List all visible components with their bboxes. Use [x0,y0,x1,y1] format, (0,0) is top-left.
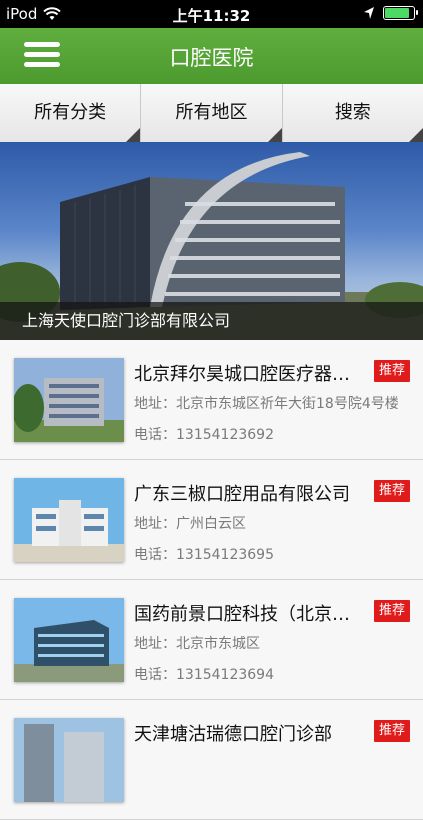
list-item[interactable]: 天津塘沽瑞德口腔门诊部 推荐 [0,700,423,820]
clinic-thumbnail [14,718,124,802]
clinic-thumbnail [14,598,124,682]
clinic-phone: 电话：13154123692 [134,427,274,443]
list-item[interactable]: 国药前景口腔科技（北京）有限公司 地址：北京市东城区 电话：1315412369… [0,580,423,700]
tab-label: 所有地区 [175,102,248,123]
dropdown-corner-icon [267,128,282,142]
battery-level [385,8,409,18]
tab-all-regions[interactable]: 所有地区 [140,84,282,142]
clinic-thumbnail [14,358,124,442]
dropdown-corner-icon [408,128,423,142]
tab-all-categories[interactable]: 所有分类 [0,84,141,142]
clinic-name: 北京拜尔昊城口腔医疗器械有限公司 [134,364,356,385]
clinic-address: 地址：广州白云区 [134,516,246,532]
clinic-phone: 电话：13154123694 [134,667,274,683]
battery-icon [383,6,418,20]
tab-label: 所有分类 [34,102,107,123]
clinic-name: 广东三椒口腔用品有限公司 [134,484,350,505]
clinic-list: 北京拜尔昊城口腔医疗器械有限公司 地址：北京市东城区祈年大街18号院4号楼 电话… [0,340,423,820]
recommended-badge: 推荐 [373,600,410,622]
tab-search[interactable]: 搜索 [281,84,423,142]
list-item[interactable]: 广东三椒口腔用品有限公司 地址：广州白云区 电话：13154123695 推荐 [0,460,423,580]
recommended-badge: 推荐 [373,480,410,502]
clinic-address: 地址：北京市东城区 [134,636,260,652]
clinic-thumbnail [14,478,124,562]
dropdown-corner-icon [126,128,141,142]
banner-caption: 上海天使口腔门诊部有限公司 [0,302,423,340]
location-arrow-icon [364,7,374,19]
clinic-name: 天津塘沽瑞德口腔门诊部 [134,724,332,745]
status-bar: iPod 上午11:32 [0,0,423,28]
filter-tabs: 所有分类 所有地区 搜索 [0,84,423,143]
clinic-name: 国药前景口腔科技（北京）有限公司 [134,604,356,625]
page-title: 口腔医院 [169,46,254,70]
clinic-address: 地址：北京市东城区祈年大街18号院4号楼 [134,396,399,412]
list-item[interactable]: 北京拜尔昊城口腔医疗器械有限公司 地址：北京市东城区祈年大街18号院4号楼 电话… [0,340,423,460]
recommended-badge: 推荐 [373,720,410,742]
recommended-badge: 推荐 [373,360,410,382]
status-right [363,6,418,20]
banner-carousel[interactable]: 上海天使口腔门诊部有限公司 [0,142,423,340]
clinic-phone: 电话：13154123695 [134,547,274,563]
nav-bar: 口腔医院 [0,28,423,84]
tab-label: 搜索 [334,102,371,123]
status-time: 上午11:32 [172,7,251,25]
